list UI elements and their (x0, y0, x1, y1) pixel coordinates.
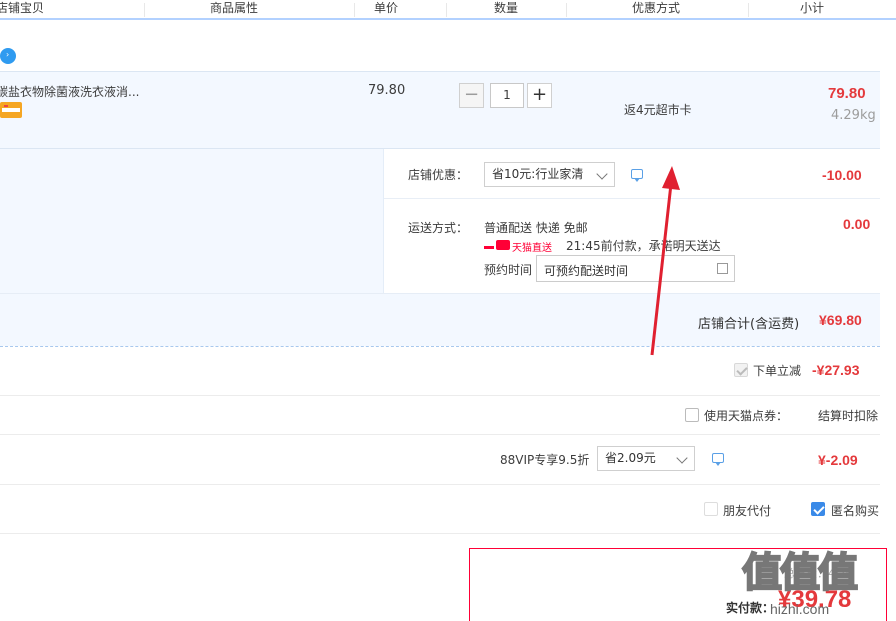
chevron-down-icon (676, 452, 688, 464)
divider (0, 395, 880, 396)
tmall-points-checkbox[interactable] (685, 408, 699, 422)
chevron-down-icon (596, 168, 608, 180)
col-separator (446, 3, 447, 17)
calendar-icon[interactable] (717, 263, 728, 274)
shop-discount-value: 省10元:行业家清 (492, 167, 584, 181)
shop-discount-label: 店铺优惠： (408, 168, 469, 182)
divider (384, 198, 880, 199)
vip-label: 88VIP专享9.5折 (500, 453, 590, 467)
tmall-cat-icon (496, 240, 510, 250)
friend-pay-label: 朋友代付 (723, 504, 772, 518)
col-quantity: 数量 (494, 1, 519, 15)
arrow-shaft (650, 183, 673, 356)
shipping-label: 运送方式： (408, 221, 469, 235)
divider (0, 346, 880, 347)
watermark-url: hizhi.com (770, 601, 830, 617)
quantity-decrease-button[interactable]: − (459, 83, 484, 108)
friend-pay-checkbox[interactable] (704, 502, 718, 516)
shop-discount-select[interactable]: 省10元:行业家清 (484, 162, 615, 187)
shop-discount-amount: -10.00 (822, 167, 862, 183)
table-header (0, 0, 896, 20)
quantity-input[interactable]: 1 (490, 83, 524, 108)
col-separator (566, 3, 567, 17)
instant-discount-amount: -¥27.93 (812, 362, 860, 378)
shop-total-amount: ¥69.80 (819, 312, 862, 328)
vip-discount-value: 省2.09元 (605, 451, 656, 465)
divider (383, 149, 384, 293)
watermark-logo: 值值值 (741, 548, 859, 597)
shop-total-label: 店铺合计(含运费) (698, 317, 800, 332)
col-unit-price: 单价 (374, 1, 399, 15)
tmall-points-label: 使用天猫点券： (704, 409, 789, 423)
schedule-placeholder: 可预约配送时间 (544, 264, 629, 278)
schedule-time-input[interactable]: 可预约配送时间 (536, 255, 735, 282)
col-separator (354, 3, 355, 17)
col-shop-item: 店铺宝贝 (0, 1, 45, 15)
col-subtotal: 小计 (800, 1, 825, 15)
col-separator (144, 3, 145, 17)
shipping-amount: 0.00 (843, 216, 871, 232)
vip-discount-select[interactable]: 省2.09元 (597, 446, 695, 471)
quantity-increase-button[interactable]: + (527, 83, 552, 108)
divider (0, 533, 880, 534)
item-weight: 4.29kg (831, 108, 876, 123)
wangwang-chat-icon[interactable]: › (0, 48, 16, 64)
unit-price: 79.80 (368, 83, 406, 98)
anonymous-label: 匿名购买 (831, 504, 880, 518)
divider (0, 434, 880, 435)
vip-discount-amount: ¥-2.09 (818, 452, 858, 468)
arrow-head (662, 166, 680, 190)
divider (0, 484, 880, 485)
schedule-label: 预约时间 (484, 263, 533, 277)
annotation-arrow (650, 166, 680, 356)
tmall-direct-badge: 天猫直送 (484, 239, 554, 254)
col-attributes: 商品属性 (210, 1, 259, 15)
anonymous-checkbox[interactable] (811, 502, 825, 516)
card-icon (0, 102, 22, 118)
item-subtotal: 79.80 (828, 85, 866, 102)
col-promotion: 优惠方式 (632, 1, 681, 15)
instant-discount-label: 下单立减 (753, 364, 802, 378)
tmall-points-note: 结算时扣除 (818, 409, 879, 423)
message-icon[interactable] (712, 453, 724, 466)
instant-discount-checkbox[interactable] (734, 363, 748, 377)
shipping-method: 普通配送 快递 免邮 (484, 221, 588, 235)
paid-label: 实付款： (726, 601, 775, 615)
item-title-link[interactable]: 碳盐衣物除菌液洗衣液消... (0, 83, 139, 100)
tmall-badge-text: 天猫直送 (512, 243, 552, 254)
promotion-text: 返4元超市卡 (624, 103, 692, 117)
col-separator (748, 3, 749, 17)
tmall-logo-icon (484, 241, 494, 249)
